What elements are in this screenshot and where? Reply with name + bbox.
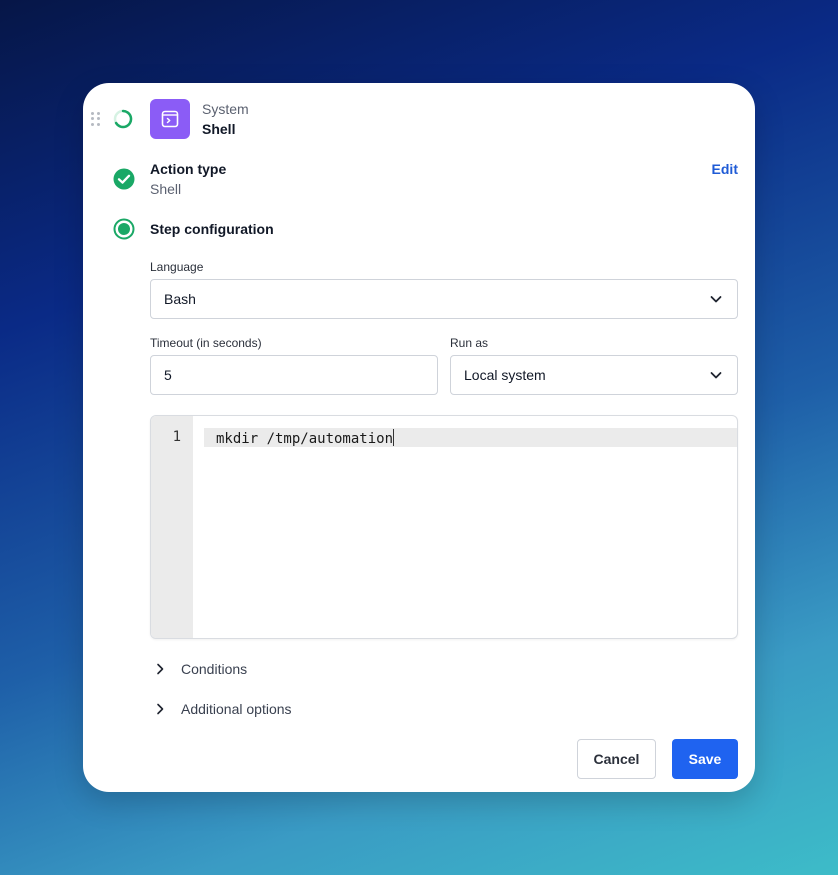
line-number: 1	[172, 429, 181, 445]
chevron-down-icon	[710, 296, 722, 303]
language-label: Language	[150, 260, 204, 274]
text-caret	[393, 429, 395, 446]
timeout-input[interactable]	[150, 355, 438, 395]
timeout-label: Timeout (in seconds)	[150, 336, 262, 350]
save-button[interactable]: Save	[672, 739, 738, 779]
drag-handle-icon[interactable]	[91, 112, 101, 126]
spinner-icon	[113, 109, 133, 129]
check-circle-icon	[113, 168, 135, 190]
run-as-select-value: Local system	[464, 367, 546, 383]
app-category: System	[202, 101, 249, 117]
conditions-label: Conditions	[181, 661, 248, 677]
chevron-right-icon	[157, 663, 164, 675]
code-line[interactable]: mkdir /tmp/automation	[216, 429, 395, 447]
chevron-down-icon	[710, 372, 722, 379]
language-select-value: Bash	[164, 291, 196, 307]
radio-active-icon	[113, 218, 135, 240]
conditions-expander[interactable]: Conditions	[153, 661, 247, 677]
step-card: System Shell Action type Shell Edit Step…	[83, 83, 755, 792]
additional-options-expander[interactable]: Additional options	[153, 701, 292, 717]
terminal-icon	[161, 110, 179, 128]
language-select[interactable]: Bash	[150, 279, 738, 319]
action-type-value: Shell	[150, 181, 182, 197]
line-gutter	[151, 416, 193, 638]
edit-link[interactable]: Edit	[712, 161, 738, 177]
additional-options-label: Additional options	[181, 701, 292, 717]
chevron-right-icon	[157, 703, 164, 715]
code-editor[interactable]: 1 mkdir /tmp/automation	[150, 415, 738, 639]
action-type-title: Action type	[150, 161, 227, 177]
run-as-label: Run as	[450, 336, 489, 350]
cancel-button[interactable]: Cancel	[577, 739, 656, 779]
app-tile	[150, 99, 190, 139]
code-line-text: mkdir /tmp/automation	[216, 431, 394, 447]
step-configuration-title: Step configuration	[150, 221, 274, 237]
run-as-select[interactable]: Local system	[450, 355, 738, 395]
app-name: Shell	[202, 121, 236, 137]
